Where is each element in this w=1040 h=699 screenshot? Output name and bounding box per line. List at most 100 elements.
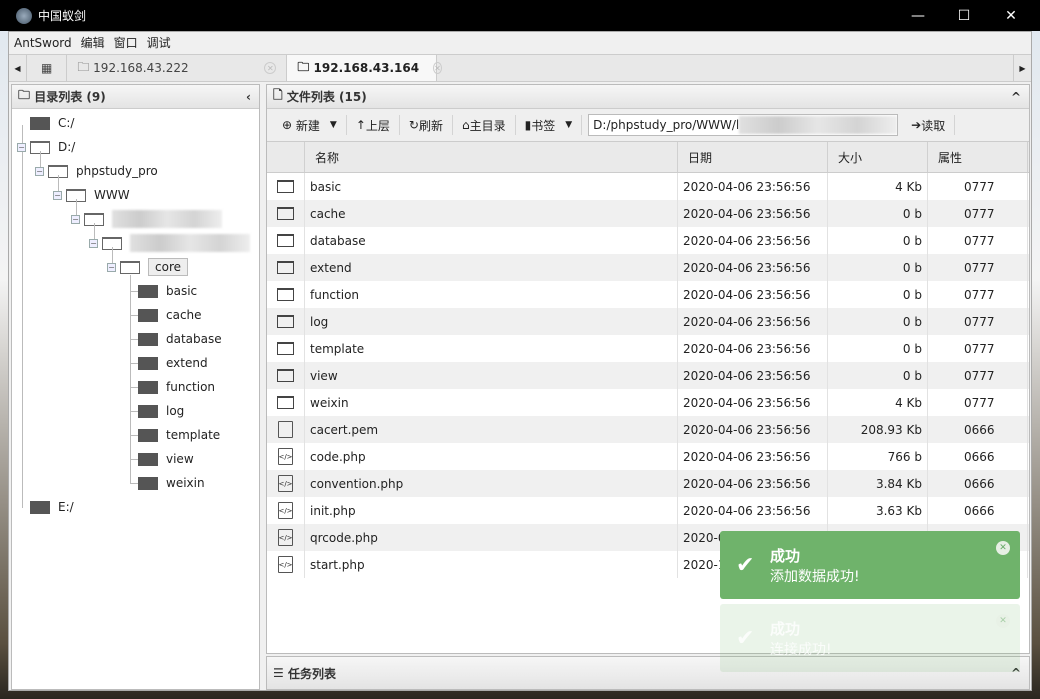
collapse-toggle-icon[interactable]: − — [53, 190, 62, 200]
collapse-toggle-icon[interactable]: − — [35, 166, 44, 176]
tree-node-log[interactable]: log — [138, 401, 184, 421]
collapse-file-panel-button[interactable]: ^ — [1011, 90, 1021, 104]
tree-node-core[interactable]: − core — [107, 257, 188, 277]
file-row[interactable]: function 2020-04-06 23:56:56 0 b 0777 — [267, 281, 1029, 308]
file-row[interactable]: </> code.php 2020-04-06 23:56:56 766 b 0666 — [267, 443, 1029, 470]
folder-icon — [120, 260, 140, 274]
file-row[interactable]: </> convention.php 2020-04-06 23:56:56 3.84… — [267, 470, 1029, 497]
maximize-button[interactable]: ☐ — [941, 0, 987, 31]
file-row[interactable]: template 2020-04-06 23:56:56 0 b 0777 — [267, 335, 1029, 362]
tree-node-www[interactable]: − WWW — [53, 185, 130, 205]
new-button[interactable]: ⊕ 新建 ▼ — [273, 115, 347, 135]
collapse-toggle-icon[interactable]: − — [89, 238, 98, 248]
file-row[interactable]: log 2020-04-06 23:56:56 0 b 0777 — [267, 308, 1029, 335]
col-attr[interactable]: 属性 — [928, 142, 1028, 172]
file-row[interactable]: cacert.pem 2020-04-06 23:56:56 208.93 Kb 06… — [267, 416, 1029, 443]
code-file-icon: </> — [278, 556, 293, 573]
menu-bar: AntSword 编辑 窗口 调试 — [9, 32, 1031, 53]
tab-scroll-right[interactable]: ▶ — [1013, 55, 1031, 81]
file-row[interactable]: cache 2020-04-06 23:56:56 0 b 0777 — [267, 200, 1029, 227]
close-button[interactable]: ✕ — [988, 0, 1034, 31]
file-name: convention.php — [305, 470, 678, 497]
file-date: 2020-04-06 23:56:56 — [678, 470, 828, 497]
refresh-button[interactable]: ↻ 刷新 — [400, 115, 453, 135]
node-label: phpstudy_pro — [76, 164, 158, 178]
path-input[interactable]: D:/phpstudy_pro/WWW/l — [588, 114, 899, 136]
tab-192-168-43-222[interactable]: 🗀 192.168.43.222 ✕ — [67, 55, 288, 81]
tree-node-template[interactable]: template — [138, 425, 220, 445]
file-attr: 0666 — [928, 497, 1028, 524]
tree-connector — [130, 459, 138, 460]
file-row[interactable]: database 2020-04-06 23:56:56 0 b 0777 — [267, 227, 1029, 254]
tab-close-icon[interactable]: ✕ — [264, 62, 277, 74]
node-label: weixin — [166, 476, 205, 490]
up-button[interactable]: ↑ 上层 — [347, 115, 400, 135]
tab-home[interactable]: ▦ — [27, 55, 68, 81]
menu-antsword[interactable]: AntSword — [14, 36, 72, 50]
file-icon-cell — [267, 173, 305, 200]
menu-edit[interactable]: 编辑 — [81, 34, 105, 51]
file-panel-title: 文件列表 (15) — [286, 90, 367, 104]
menu-window[interactable]: 窗口 — [114, 34, 138, 51]
menu-debug[interactable]: 调试 — [147, 34, 171, 51]
file-attr: 0777 — [928, 308, 1028, 335]
col-size[interactable]: 大小 — [828, 142, 928, 172]
tree-connector — [130, 275, 131, 483]
folder-icon — [30, 500, 50, 514]
file-name: template — [305, 335, 678, 362]
col-date[interactable]: 日期 — [678, 142, 828, 172]
tree-node-extend[interactable]: extend — [138, 353, 208, 373]
home-button[interactable]: ⌂ 主目录 — [453, 115, 516, 135]
read-button[interactable]: ➔ 读取 — [902, 115, 956, 135]
file-name: init.php — [305, 497, 678, 524]
collapse-toggle-icon[interactable]: − — [71, 214, 80, 224]
file-row[interactable]: weixin 2020-04-06 23:56:56 4 Kb 0777 — [267, 389, 1029, 416]
node-label: core — [148, 258, 188, 276]
col-name[interactable]: 名称 — [305, 142, 678, 172]
collapse-toggle-icon[interactable]: − — [107, 262, 116, 272]
tree-node-function[interactable]: function — [138, 377, 215, 397]
tab-scroll-left[interactable]: ◀ — [9, 55, 27, 81]
refresh-icon: ↻ — [408, 118, 419, 132]
node-label: cache — [166, 308, 202, 322]
toast-close-icon[interactable]: ✕ — [996, 541, 1010, 555]
file-icon-cell — [267, 227, 305, 254]
tree-node-basic[interactable]: basic — [138, 281, 197, 301]
tree-node-c[interactable]: C:/ — [30, 113, 74, 133]
file-name: code.php — [305, 443, 678, 470]
tree-node-database[interactable]: database — [138, 329, 222, 349]
folder-icon — [138, 476, 158, 490]
bookmark-label: 书签 — [531, 118, 556, 133]
file-row[interactable]: </> init.php 2020-04-06 23:56:56 3.63 Kb 066… — [267, 497, 1029, 524]
minimize-button[interactable]: — — [895, 0, 941, 31]
file-size: 0 b — [828, 227, 928, 254]
file-row[interactable]: extend 2020-04-06 23:56:56 0 b 0777 — [267, 254, 1029, 281]
tree-node-d[interactable]: − D:/ — [17, 137, 75, 157]
folder-icon — [138, 308, 158, 322]
code-file-icon: </> — [278, 448, 293, 465]
folder-icon — [138, 332, 158, 346]
tree-node-weixin[interactable]: weixin — [138, 473, 205, 493]
tab-192-168-43-164[interactable]: 🗀 192.168.43.164 ✕ — [287, 55, 442, 81]
plus-circle-icon: ⊕ — [282, 118, 296, 132]
folder-icon — [138, 356, 158, 370]
tree-node-view[interactable]: view — [138, 449, 194, 469]
folder-icon — [138, 380, 158, 394]
file-size: 0 b — [828, 362, 928, 389]
file-size: 0 b — [828, 335, 928, 362]
collapse-toggle-icon[interactable]: − — [17, 142, 26, 152]
folder-icon — [277, 261, 294, 274]
file-row[interactable]: basic 2020-04-06 23:56:56 4 Kb 0777 — [267, 173, 1029, 200]
tree-node-redacted[interactable]: − — [89, 233, 250, 253]
file-attr: 0777 — [928, 389, 1028, 416]
file-attr: 0777 — [928, 335, 1028, 362]
toast-close-icon[interactable]: ✕ — [996, 614, 1010, 628]
bookmark-button[interactable]: ▮ 书签 ▼ — [516, 115, 583, 135]
tree-node-cache[interactable]: cache — [138, 305, 202, 325]
file-row[interactable]: view 2020-04-06 23:56:56 0 b 0777 — [267, 362, 1029, 389]
tree-node-e[interactable]: E:/ — [30, 497, 74, 517]
tree-node-phpstudy-pro[interactable]: − phpstudy_pro — [35, 161, 158, 181]
tree-connector — [130, 435, 138, 436]
toast-message: 添加数据成功! — [770, 569, 860, 585]
collapse-panel-button[interactable]: ‹ — [246, 90, 251, 104]
